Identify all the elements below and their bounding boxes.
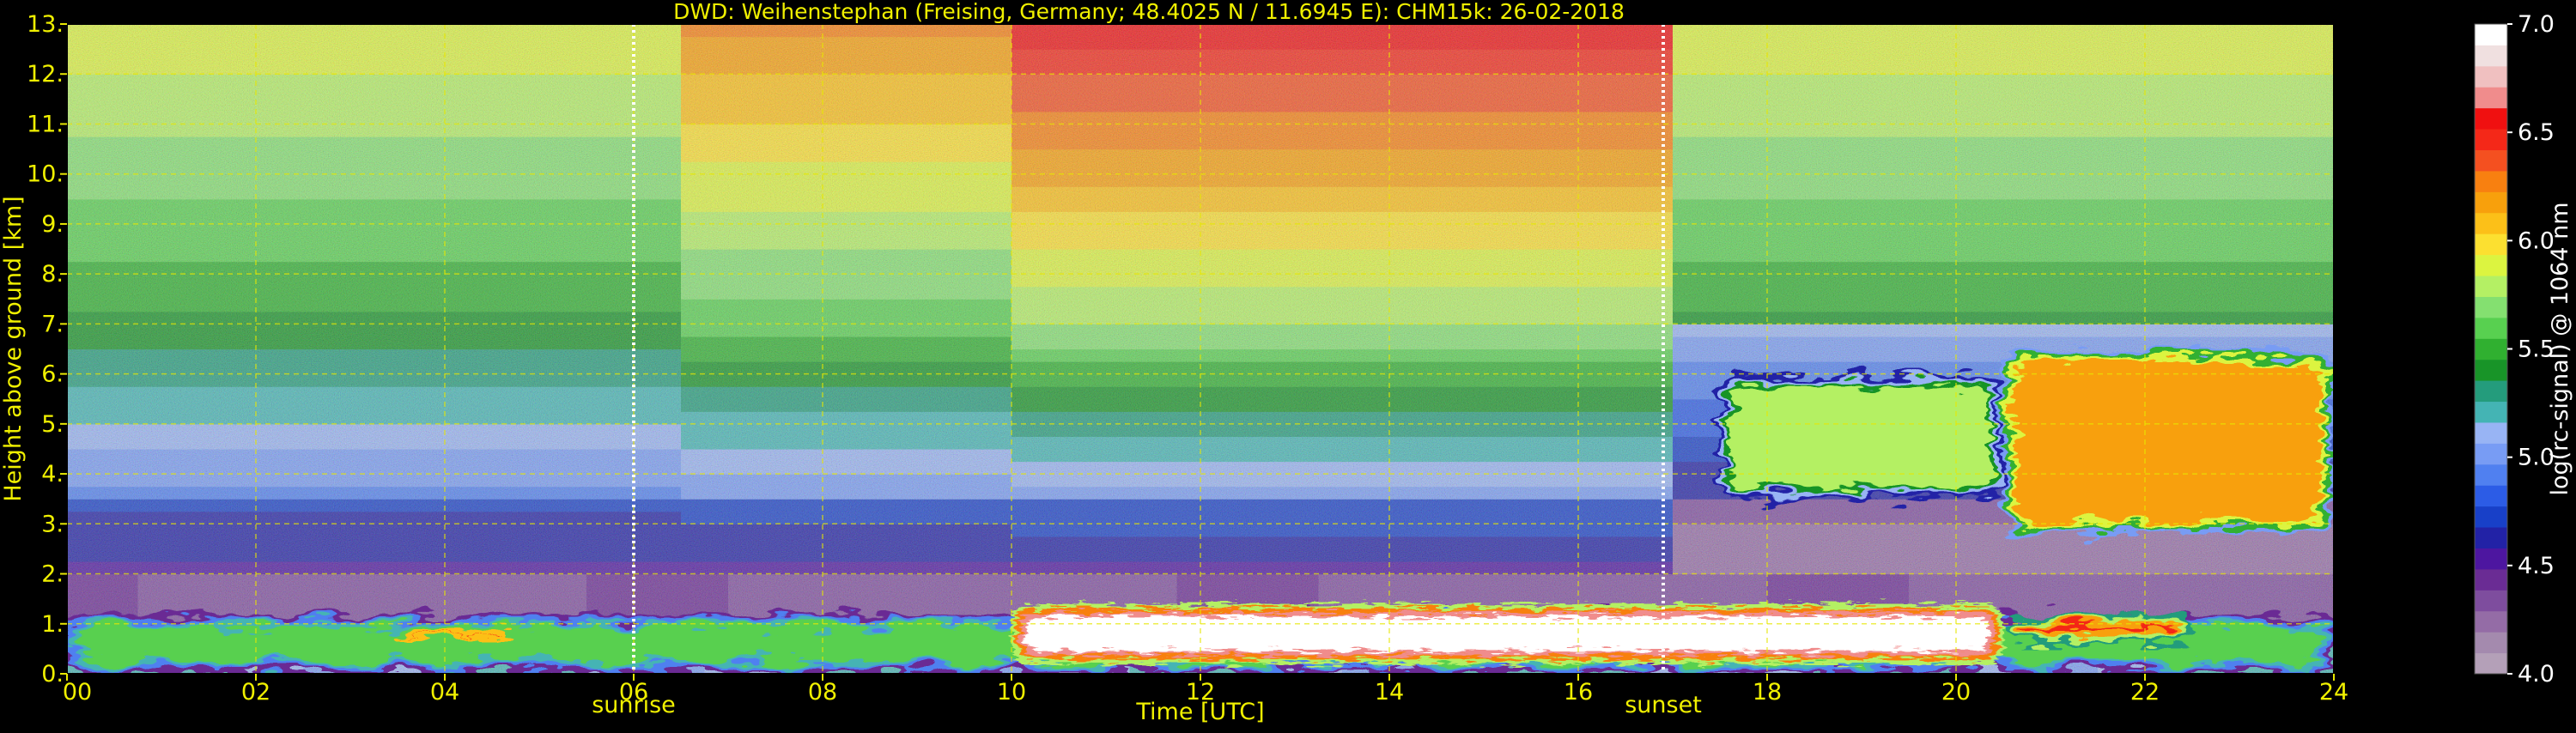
chart-svg: sunrise sunset DWD: Weihenstephan (Freisi… [0, 0, 2573, 725]
ceilometer-chart: sunrise sunset DWD: Weihenstephan (Freisi… [0, 0, 2576, 730]
plot-area: sunrise sunset [66, 23, 2335, 718]
